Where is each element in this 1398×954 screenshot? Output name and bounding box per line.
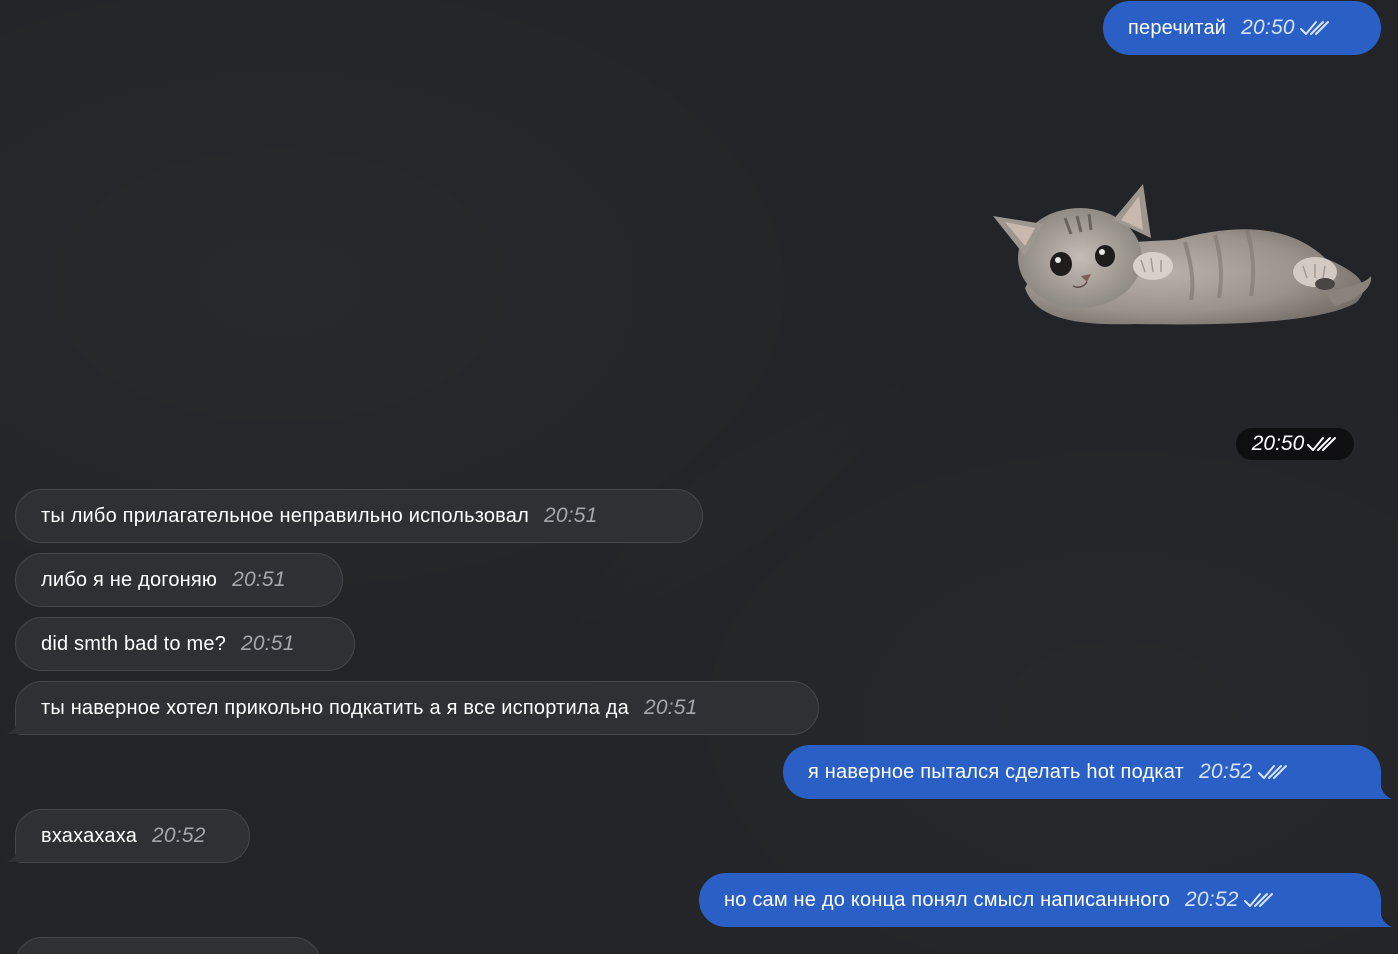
message-time: 20:52 [1185, 888, 1239, 911]
message-time: 20:50 [1241, 16, 1295, 39]
message-text: did smth bad to me? [41, 632, 227, 655]
double-check-icon [1243, 893, 1273, 907]
message-outgoing[interactable]: но сам не до конца понял смысл написаннн… [699, 873, 1392, 927]
message-time: 20:51 [543, 504, 598, 527]
message-incoming[interactable]: ты наверное хотел прикольно подкатить а … [6, 681, 819, 735]
double-check-icon [1257, 765, 1287, 779]
bubble-tail [1370, 779, 1392, 799]
message-text: ты либо прилагательное неправильно испол… [41, 504, 529, 527]
message-time: 20:51 [644, 696, 698, 719]
kitten-sticker-icon[interactable] [985, 180, 1375, 330]
message-outgoing[interactable]: перечитай 20:50 [1103, 1, 1381, 55]
message-time: 20:51 [241, 632, 295, 655]
message-text: но сам не до конца понял смысл написаннн… [724, 888, 1171, 911]
message-incoming[interactable]: либо я не догоняю 20:51 [15, 553, 343, 607]
message-time: 20:50 [1251, 432, 1305, 455]
double-check-icon [1299, 21, 1329, 35]
message-text: вхахахаха [41, 824, 138, 847]
message-incoming-partial[interactable] [15, 937, 321, 954]
message-text: я наверное пытался сделать hot подкат [808, 760, 1184, 783]
double-check-icon [1307, 437, 1337, 451]
message-text: ты наверное хотел прикольно подкатить а … [41, 696, 629, 719]
message-time: 20:52 [1198, 760, 1253, 783]
bubble-tail [6, 715, 28, 734]
message-time: 20:51 [232, 568, 286, 591]
chat-history[interactable]: перечитай 20:50 20:50 ты либо прилагател… [0, 0, 1398, 954]
message-text: либо я не догоняю [41, 568, 218, 591]
message-incoming[interactable]: вхахахаха 20:52 [6, 809, 250, 863]
bubble-tail [1370, 907, 1392, 927]
message-time: 20:52 [152, 824, 206, 847]
message-incoming[interactable]: did smth bad to me? 20:51 [15, 617, 355, 671]
message-outgoing[interactable]: я наверное пытался сделать hot подкат 20… [783, 745, 1392, 799]
message-text: перечитай [1128, 16, 1227, 39]
sticker-time-badge: 20:50 [1236, 428, 1354, 460]
message-incoming[interactable]: ты либо прилагательное неправильно испол… [15, 489, 703, 543]
bubble-tail [6, 843, 28, 862]
